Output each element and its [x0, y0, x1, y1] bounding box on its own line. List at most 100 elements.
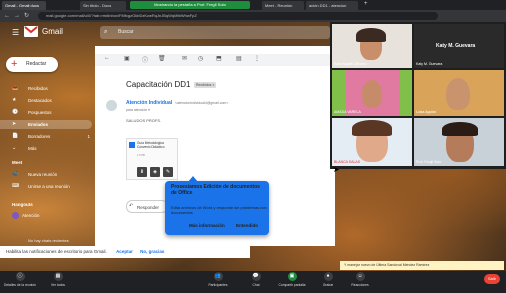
participant-name: BLANCA SALAS — [334, 160, 361, 164]
caption-bar: Y manejar nuevo de Última Sandoval Ménde… — [340, 261, 504, 270]
download-icon[interactable]: ⬇ — [137, 167, 147, 177]
archive-icon[interactable]: ▣ — [124, 55, 130, 62]
sidebar-item-inbox[interactable]: Recibidos — [0, 84, 92, 93]
send-icon: ➤ — [12, 121, 17, 127]
mail-icon[interactable]: ✉ — [182, 55, 187, 62]
sidebar-item-label: Más — [28, 146, 37, 151]
sidebar-item-drafts[interactable]: Borradores 1 — [0, 132, 92, 141]
participant-video — [446, 78, 470, 110]
recipient-line[interactable]: para atención ▾ — [126, 108, 150, 112]
people-icon: 👥 — [213, 272, 223, 281]
edit-icon[interactable]: ✎ — [163, 167, 173, 177]
url-field[interactable]: mail.google.com/mail/u/0/?tab=rm#inbox/F… — [38, 12, 438, 20]
participant-tile[interactable]: BLANCA SALAS — [332, 118, 412, 166]
button-label: Detalles de la reunión — [4, 283, 36, 287]
email-toolbar — [95, 54, 335, 66]
accept-notifications-button[interactable]: Aceptar — [116, 249, 133, 254]
screen-share-banner: Mostrando la pestaña a Prof. Fregli Soto — [130, 1, 250, 9]
sidebar-item-label: Pospuestos — [28, 110, 52, 115]
label-icon[interactable]: ⬒ — [216, 55, 222, 62]
tooltip-title: Prosesiamos Edición de documentos de Off… — [171, 184, 260, 196]
browser-tab-bar — [0, 0, 506, 10]
button-label: Compartir pantalla — [278, 283, 306, 287]
hangouts-user[interactable]: Atención — [22, 213, 40, 218]
info-icon: ⓘ — [15, 272, 25, 281]
participant-name: AMADA VARELA — [334, 110, 361, 114]
button-label: Reacciones — [351, 283, 369, 287]
sidebar-item-snoozed[interactable]: Pospuestos — [0, 108, 92, 117]
attachment-name: Guía Metodológica Convenio Didáctico — [137, 141, 165, 149]
clock-icon[interactable]: ◷ — [198, 55, 203, 62]
participant-name: Ruth Nayelli Olivarez — [334, 62, 367, 66]
back-icon[interactable]: ← — [4, 12, 10, 20]
doc-icon — [129, 142, 135, 148]
tab-capacitacion[interactable]: ación DD1 - atencion — [306, 1, 358, 10]
participant-tile[interactable]: Ruth Nayelli Olivarez — [332, 24, 412, 68]
email-body: SALUDOS PROFS. — [126, 118, 162, 123]
participant-tile[interactable]: Prof. Fregli Soto — [414, 118, 504, 166]
participant-tile[interactable]: Luisa Aguilar — [414, 70, 504, 116]
search-input[interactable]: Buscar — [100, 26, 330, 39]
meet-section-title: Meet — [12, 160, 23, 165]
button-label: Participantes — [208, 283, 228, 287]
sidebar-item-more[interactable]: Más — [0, 144, 92, 153]
join-meeting-link[interactable]: Unirse a una reunión — [0, 182, 92, 191]
back-arrow-icon[interactable]: ← — [104, 55, 110, 61]
attachment-size: 17MB — [137, 153, 145, 157]
tooltip-body: Edita archivos de Word y responde sin pr… — [171, 205, 267, 215]
decline-notifications-button[interactable]: No, gracias — [140, 249, 164, 254]
tab-meet[interactable]: Meet - Reunión — [262, 1, 304, 10]
new-meeting-link[interactable]: Nueva reunión — [0, 170, 92, 179]
reactions-button[interactable]: ☺ Reacciones — [342, 272, 378, 287]
sender-avatar — [106, 100, 117, 111]
forward-icon[interactable]: → — [14, 12, 20, 20]
avatar — [12, 212, 19, 219]
participant-tile[interactable]: AMADA VARELA — [332, 70, 412, 116]
participant-hair — [442, 122, 478, 136]
leave-call-button[interactable]: Salir — [484, 274, 500, 284]
button-label: Grabar — [322, 283, 334, 287]
menu-icon[interactable]: ☰ — [12, 28, 19, 37]
participant-name: Prof. Fregli Soto — [416, 160, 442, 164]
sidebar-item-label: Recibidos — [28, 86, 48, 91]
compose-plus-icon: + — [11, 58, 18, 70]
folder-icon[interactable]: ▤ — [236, 55, 242, 62]
tab-docs[interactable]: Sin título - Docs — [80, 1, 126, 10]
got-it-button[interactable]: Entendido — [236, 223, 258, 228]
more-info-link[interactable]: Más información — [189, 223, 225, 228]
sender-name[interactable]: Atención Individual — [126, 100, 172, 106]
chat-button[interactable]: 💬 Chat — [238, 272, 274, 287]
sender-email: <atencionindividual4@gmail.com> — [175, 101, 229, 105]
record-icon: ● — [323, 272, 333, 281]
search-icon[interactable]: ⌕ — [104, 29, 107, 36]
email-subject: Capacitación DD1 — [126, 80, 191, 89]
no-chats-text: No hay chats recientes — [28, 238, 69, 243]
participants-button[interactable]: 👥 Participantes — [200, 272, 236, 287]
reload-icon[interactable]: ↻ — [24, 12, 29, 20]
sidebar-item-label: Destacados — [28, 98, 52, 103]
sidebar-item-label: Unirse a una reunión — [28, 184, 70, 189]
participant-hair — [356, 28, 386, 42]
drive-icon[interactable]: ◈ — [150, 167, 160, 177]
more-icon[interactable]: ⋮ — [254, 55, 260, 62]
mouse-cursor-icon: ➤ — [333, 165, 340, 174]
inbox-label-chip[interactable]: Recibidos × — [194, 82, 217, 88]
participant-name: Luisa Aguilar — [416, 110, 437, 114]
reply-icon: ↶ — [129, 203, 134, 209]
tab-gmail[interactable]: Gmail - Gmail docs — [2, 1, 46, 10]
new-tab-icon[interactable]: + — [364, 1, 368, 7]
button-label: Ver todos — [51, 283, 65, 287]
meeting-details-button[interactable]: ⓘ Detalles de la reunión — [2, 272, 38, 287]
record-button[interactable]: ● Grabar — [310, 272, 346, 287]
sidebar-item-starred[interactable]: Destacados — [0, 96, 92, 105]
participant-tile[interactable]: Katy M. Guevara Katy M. Guevara — [414, 24, 504, 68]
present-icon: ▣ — [287, 272, 297, 281]
participant-main-name: Katy M. Guevara — [436, 43, 476, 49]
participant-hair — [352, 120, 392, 136]
hangouts-section-title: Hangouts — [12, 202, 33, 207]
view-all-button[interactable]: ▦ Ver todos — [40, 272, 76, 287]
app-name: Gmail — [42, 27, 63, 36]
present-screen-button[interactable]: ▣ Compartir pantalla — [274, 272, 310, 287]
report-icon[interactable]: ⓘ — [142, 55, 148, 64]
delete-icon[interactable]: 🗑 — [158, 55, 166, 62]
